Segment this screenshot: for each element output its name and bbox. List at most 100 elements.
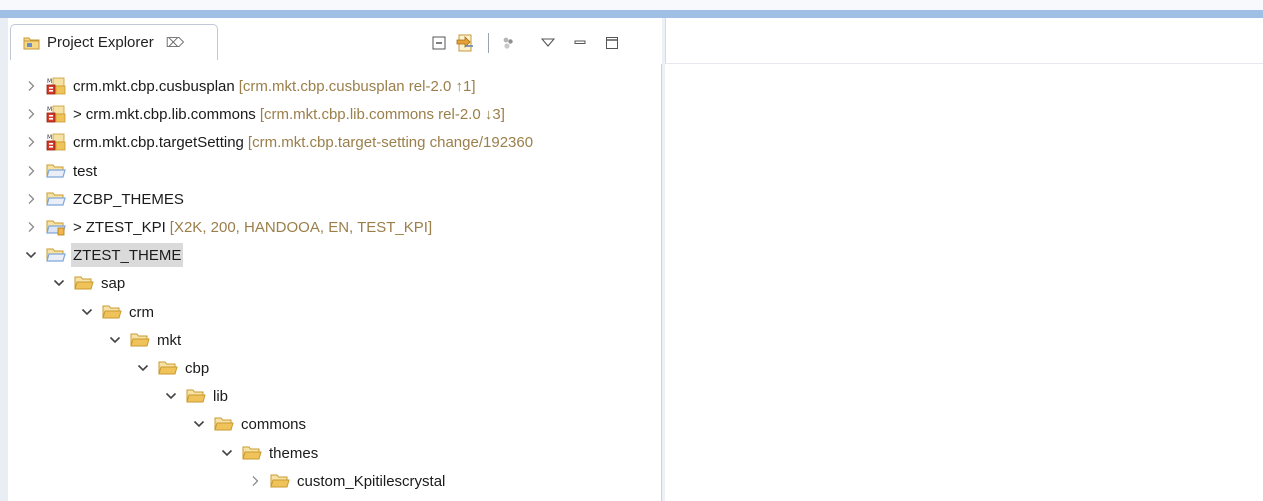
tree-item[interactable]: > ZTEST_KPI [X2K, 200, HANDOOA, EN, TEST_K… xyxy=(24,213,434,241)
tree-item-name: test xyxy=(73,162,98,180)
view-toolbar xyxy=(428,31,627,55)
maven-project-icon: M xyxy=(46,133,66,151)
chevron-right-icon[interactable] xyxy=(24,135,38,149)
bsp-project-icon xyxy=(46,218,66,236)
tree-item-label-group: lib xyxy=(211,384,230,408)
tree-item[interactable]: mkt xyxy=(108,326,183,354)
dirty-marker: > xyxy=(73,218,82,236)
project-explorer-icon xyxy=(23,35,41,51)
filters-icon[interactable] xyxy=(497,32,519,54)
left-trim xyxy=(0,18,8,501)
tab-project-explorer[interactable]: Project Explorer ⌦ xyxy=(10,24,218,60)
tree-item-name: themes xyxy=(269,444,319,462)
editor-area xyxy=(665,18,1263,501)
view-menu-icon[interactable] xyxy=(537,32,559,54)
project-folder-icon xyxy=(46,162,66,180)
view-header: Project Explorer ⌦ xyxy=(8,18,662,64)
tree-item[interactable]: custom_Kpitilescrystal xyxy=(248,467,447,495)
chevron-right-icon[interactable] xyxy=(24,107,38,121)
tree-item-name: crm xyxy=(129,303,154,321)
window-top-strip xyxy=(0,0,1263,10)
tree-item-name: cbp xyxy=(185,359,210,377)
folder-icon xyxy=(186,387,206,405)
repository-decoration: [crm.mkt.cbp.target-setting change/19236… xyxy=(247,133,534,151)
tree-item-name: crm.mkt.cbp.cusbusplan xyxy=(73,77,235,95)
tree-item-label-group: themes xyxy=(267,441,320,465)
folder-icon xyxy=(130,331,150,349)
tree-item-label-group: > crm.mkt.cbp.lib.commons [crm.mkt.cbp.lib… xyxy=(71,102,507,126)
chevron-down-icon[interactable] xyxy=(136,361,150,375)
close-icon[interactable]: ⌦ xyxy=(166,35,184,51)
tree-item-label-group: custom_Kpitilescrystal xyxy=(295,469,447,493)
window-title-band xyxy=(0,10,1263,18)
tree-item[interactable]: themes xyxy=(220,439,320,467)
chevron-down-icon[interactable] xyxy=(52,276,66,290)
tree-item-name: ZCBP_THEMES xyxy=(73,190,184,208)
minimize-icon[interactable] xyxy=(569,32,591,54)
maven-project-icon: M xyxy=(46,105,66,123)
maximize-icon[interactable] xyxy=(601,32,623,54)
editor-tab-area xyxy=(665,18,1263,64)
repository-decoration: [crm.mkt.cbp.lib.commons rel-2.0 ↓3] xyxy=(259,105,505,123)
tree-item-name: crm.mkt.cbp.targetSetting xyxy=(73,133,244,151)
chevron-right-icon[interactable] xyxy=(248,474,262,488)
tree-item[interactable]: cbp xyxy=(136,354,211,382)
tree-item[interactable]: commons xyxy=(192,410,308,438)
tree-item[interactable]: M > crm.mkt.cbp.lib.commons [crm.mkt.cbp.li… xyxy=(24,100,507,128)
maven-project-icon: M xyxy=(46,77,66,95)
tree-item-label-group: crm.mkt.cbp.targetSetting [crm.mkt.cbp.ta… xyxy=(71,130,535,154)
project-folder-icon xyxy=(46,246,66,264)
dirty-marker: > xyxy=(73,105,82,123)
tree-item[interactable]: sap xyxy=(52,269,127,297)
chevron-right-icon[interactable] xyxy=(24,220,38,234)
svg-text:M: M xyxy=(47,106,52,113)
folder-icon xyxy=(214,415,234,433)
folder-icon xyxy=(74,274,94,292)
folder-icon xyxy=(158,359,178,377)
tree-item-name: ZTEST_THEME xyxy=(73,246,182,264)
tree-item-name: commons xyxy=(241,415,307,433)
folder-icon xyxy=(102,303,122,321)
view-title: Project Explorer xyxy=(47,34,154,51)
tree-item-name: lib xyxy=(213,387,229,405)
folder-icon xyxy=(242,444,262,462)
chevron-down-icon[interactable] xyxy=(220,446,234,460)
tree-item[interactable]: crm xyxy=(80,298,156,326)
chevron-down-icon[interactable] xyxy=(108,333,122,347)
svg-text:M: M xyxy=(47,134,52,141)
tree-item[interactable]: test xyxy=(24,157,99,185)
tree-item-name: custom_Kpitilescrystal xyxy=(297,472,446,490)
tree-item-label-group: commons xyxy=(239,412,308,436)
tree-item-name: sap xyxy=(101,274,126,292)
tree-item[interactable]: ZCBP_THEMES xyxy=(24,185,186,213)
tree-item[interactable]: lib xyxy=(164,382,230,410)
chevron-down-icon[interactable] xyxy=(192,417,206,431)
tree-item-label-group: mkt xyxy=(155,328,183,352)
svg-text:M: M xyxy=(47,78,52,85)
tree-item[interactable]: ZTEST_THEME xyxy=(24,241,184,269)
tree-item-label-group: ZTEST_THEME xyxy=(71,243,184,267)
chevron-down-icon[interactable] xyxy=(24,248,38,262)
tree-item-label-group: ZCBP_THEMES xyxy=(71,187,186,211)
tree-item-label-group: cbp xyxy=(183,356,211,380)
tree-item[interactable]: Mcrm.mkt.cbp.cusbusplan [crm.mkt.cbp.cusb… xyxy=(24,72,478,100)
collapse-all-icon[interactable] xyxy=(428,32,450,54)
tree-item[interactable]: Mcrm.mkt.cbp.targetSetting [crm.mkt.cbp.t… xyxy=(24,128,535,156)
project-explorer-view: Project Explorer ⌦ M crm.mkt.cbp.cusbusp… xyxy=(8,18,662,501)
tree-item-label-group: test xyxy=(71,159,99,183)
tree-item-label-group: > ZTEST_KPI [X2K, 200, HANDOOA, EN, TEST_K… xyxy=(71,215,434,239)
tree-item-name: crm.mkt.cbp.lib.commons xyxy=(85,105,256,123)
link-with-editor-icon[interactable] xyxy=(454,32,476,54)
chevron-right-icon[interactable] xyxy=(24,164,38,178)
tree-item-label-group: sap xyxy=(99,271,127,295)
chevron-down-icon[interactable] xyxy=(164,389,178,403)
tree-item-name: ZTEST_KPI xyxy=(85,218,166,236)
toolbar-separator xyxy=(488,33,489,53)
tree-item-label-group: crm.mkt.cbp.cusbusplan [crm.mkt.cbp.cusbu… xyxy=(71,74,478,98)
repository-decoration: [crm.mkt.cbp.cusbusplan rel-2.0 ↑1] xyxy=(238,77,476,95)
chevron-right-icon[interactable] xyxy=(24,192,38,206)
chevron-down-icon[interactable] xyxy=(80,305,94,319)
chevron-right-icon[interactable] xyxy=(24,79,38,93)
repository-decoration: [X2K, 200, HANDOOA, EN, TEST_KPI] xyxy=(169,218,433,236)
folder-icon xyxy=(270,472,290,490)
